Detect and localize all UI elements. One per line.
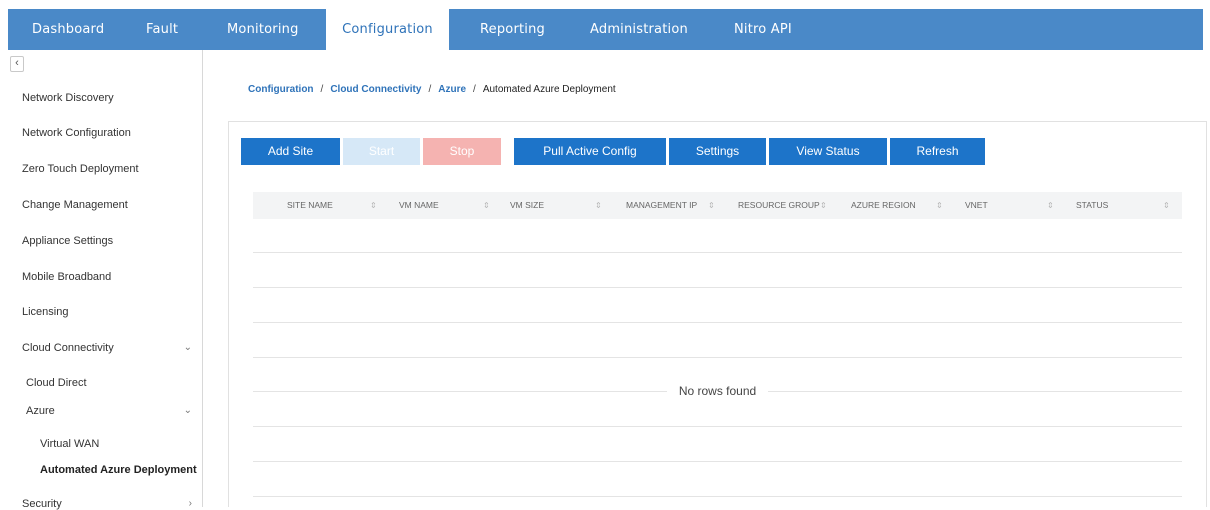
tab-fault[interactable]: Fault (146, 9, 178, 50)
tab-dashboard[interactable]: Dashboard (32, 9, 104, 50)
column-header-site-name[interactable]: SITE NAME (287, 192, 333, 219)
sort-icon[interactable]: ⇕ (595, 192, 602, 219)
row-divider (253, 252, 1182, 253)
breadcrumb: Configuration / Cloud Connectivity / Azure / A… (248, 84, 616, 95)
column-header-vm-size[interactable]: VM SIZE (510, 192, 544, 219)
sort-icon[interactable]: ⇕ (820, 192, 827, 219)
chevron-right-icon[interactable]: › (189, 498, 192, 509)
breadcrumb-current: Automated Azure Deployment (482, 84, 616, 95)
row-divider (253, 426, 1182, 427)
empty-message: No rows found (666, 384, 769, 398)
tab-reporting[interactable]: Reporting (480, 9, 545, 50)
sidebar: ‹ Network Discovery Network Configuratio… (8, 50, 203, 510)
sidebar-item-azure[interactable]: Azure (26, 405, 55, 417)
column-header-status[interactable]: STATUS (1076, 192, 1108, 219)
start-button[interactable]: Start (343, 138, 420, 165)
sidebar-item-mobile-broadband[interactable]: Mobile Broadband (22, 271, 111, 283)
sort-icon[interactable]: ⇕ (936, 192, 943, 219)
column-header-management-ip[interactable]: MANAGEMENT IP (626, 192, 697, 219)
tab-nitro-api[interactable]: Nitro API (734, 9, 792, 50)
sidebar-item-zero-touch-deployment[interactable]: Zero Touch Deployment (22, 163, 139, 175)
sidebar-item-cloud-direct[interactable]: Cloud Direct (26, 377, 87, 389)
empty-state: No rows found (253, 384, 1182, 398)
column-header-vm-name[interactable]: VM NAME (399, 192, 439, 219)
sort-icon[interactable]: ⇕ (1163, 192, 1170, 219)
breadcrumb-cloud-connectivity[interactable]: Cloud Connectivity (330, 84, 421, 95)
sort-icon[interactable]: ⇕ (370, 192, 377, 219)
chevron-down-icon[interactable]: ⌄ (184, 342, 192, 353)
content-panel: Add Site Start Stop Pull Active Config S… (228, 121, 1207, 507)
tab-administration[interactable]: Administration (590, 9, 688, 50)
sidebar-item-licensing[interactable]: Licensing (22, 306, 68, 318)
sort-icon[interactable]: ⇕ (708, 192, 715, 219)
pull-active-config-button[interactable]: Pull Active Config (514, 138, 666, 165)
chevron-left-icon[interactable]: ‹ (10, 56, 24, 72)
sort-icon[interactable]: ⇕ (483, 192, 490, 219)
sidebar-item-security[interactable]: Security (22, 498, 62, 510)
row-divider (253, 496, 1182, 497)
breadcrumb-azure[interactable]: Azure (438, 84, 466, 95)
sidebar-item-network-discovery[interactable]: Network Discovery (22, 92, 114, 104)
chevron-down-icon[interactable]: ⌄ (184, 405, 192, 416)
sidebar-item-appliance-settings[interactable]: Appliance Settings (22, 235, 113, 247)
add-site-button[interactable]: Add Site (241, 138, 340, 165)
sidebar-item-cloud-connectivity[interactable]: Cloud Connectivity (22, 342, 114, 354)
breadcrumb-separator: / (320, 84, 324, 95)
table-header: SITE NAME ⇕ VM NAME ⇕ VM SIZE ⇕ MANAGEME… (253, 192, 1182, 219)
breadcrumb-separator: / (473, 84, 476, 95)
row-divider (253, 357, 1182, 358)
breadcrumb-separator: / (428, 84, 432, 95)
row-divider (253, 287, 1182, 288)
tab-monitoring[interactable]: Monitoring (227, 9, 299, 50)
row-divider (253, 461, 1182, 462)
breadcrumb-configuration[interactable]: Configuration (248, 84, 314, 95)
column-header-vnet[interactable]: VNET (965, 192, 988, 219)
row-divider (253, 322, 1182, 323)
sort-icon[interactable]: ⇕ (1047, 192, 1054, 219)
view-status-button[interactable]: View Status (769, 138, 887, 165)
refresh-button[interactable]: Refresh (890, 138, 985, 165)
sidebar-item-network-configuration[interactable]: Network Configuration (22, 127, 131, 139)
sidebar-item-automated-azure-deployment[interactable]: Automated Azure Deployment (40, 464, 197, 476)
column-header-resource-group[interactable]: RESOURCE GROUP (738, 192, 820, 219)
stop-button[interactable]: Stop (423, 138, 501, 165)
sites-table: SITE NAME ⇕ VM NAME ⇕ VM SIZE ⇕ MANAGEME… (253, 192, 1182, 497)
sidebar-item-virtual-wan[interactable]: Virtual WAN (40, 438, 99, 450)
settings-button[interactable]: Settings (669, 138, 766, 165)
top-nav-bar: Dashboard Fault Monitoring Configuration… (8, 9, 1203, 52)
sidebar-item-change-management[interactable]: Change Management (22, 199, 128, 211)
column-header-azure-region[interactable]: AZURE REGION (851, 192, 916, 219)
tab-configuration[interactable]: Configuration (326, 9, 449, 52)
